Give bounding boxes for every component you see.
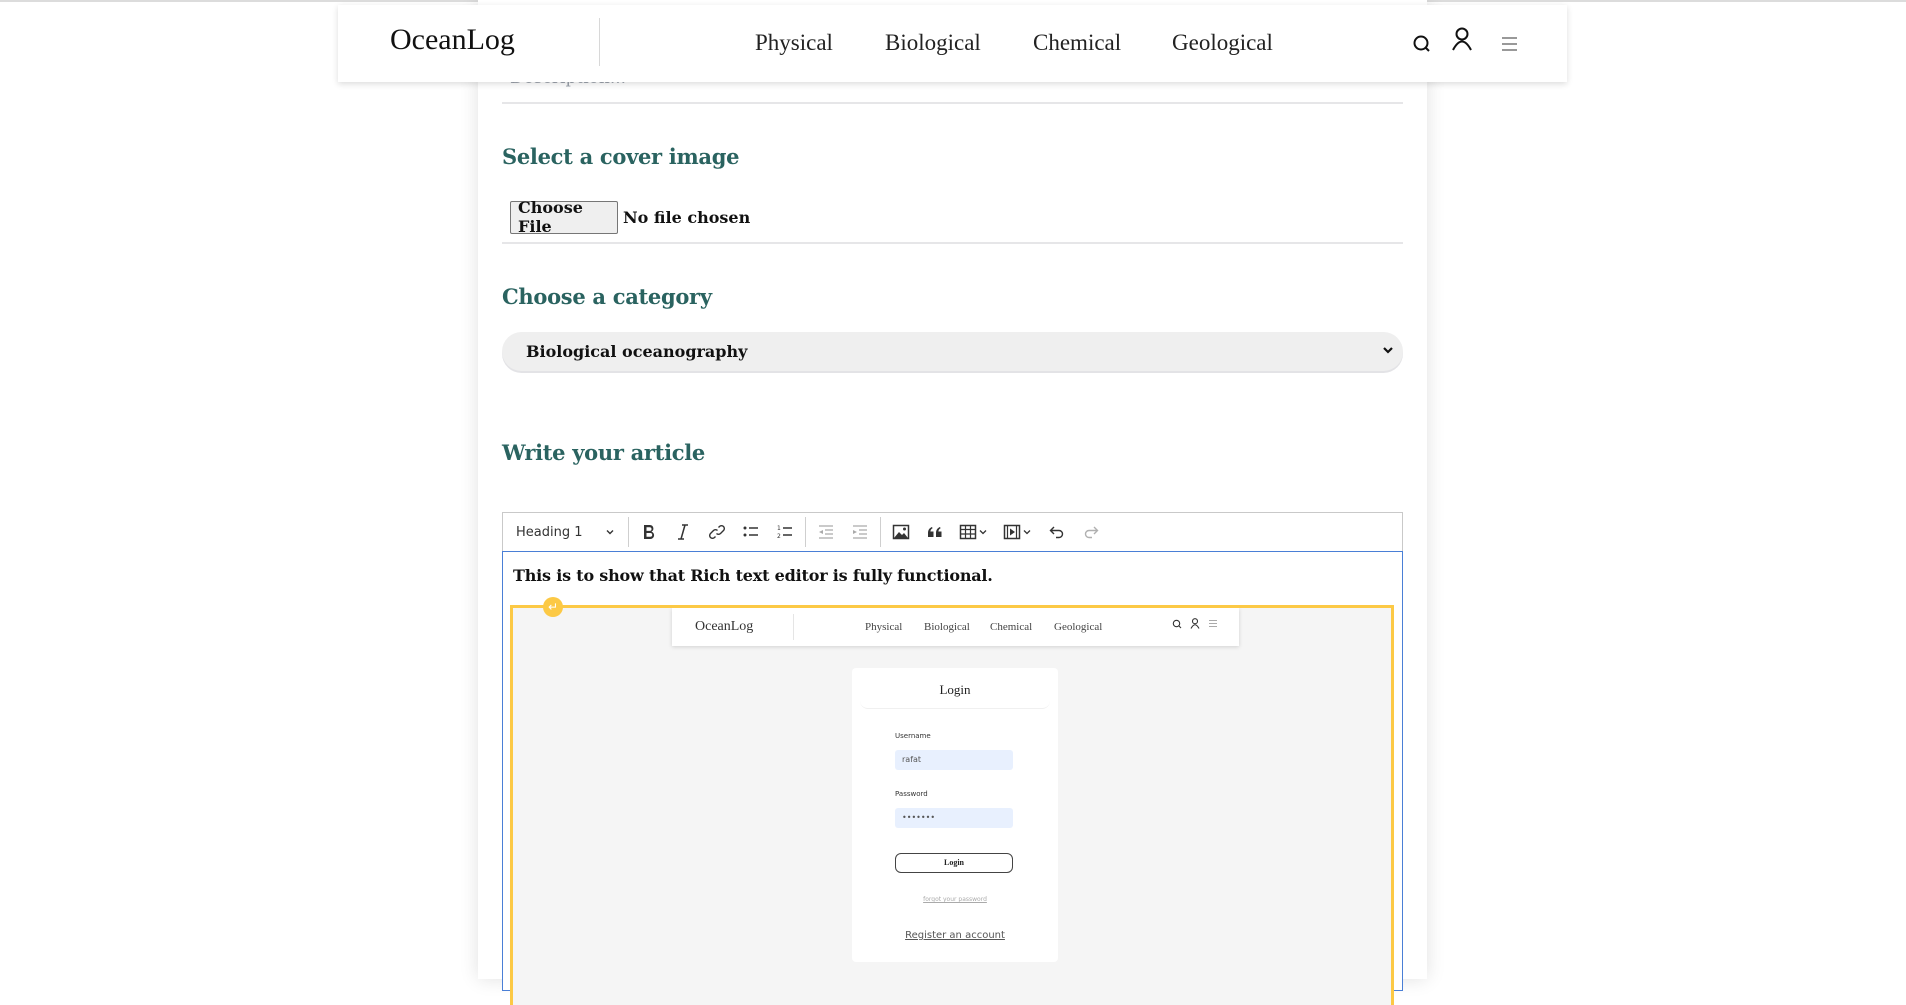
description-underline bbox=[502, 102, 1403, 104]
italic-icon bbox=[678, 524, 688, 540]
nav-chemical[interactable]: Chemical bbox=[1033, 30, 1121, 56]
image-icon bbox=[892, 524, 910, 540]
embedded-username-label: Username bbox=[895, 732, 931, 740]
bold-button[interactable] bbox=[634, 517, 664, 547]
editor-paragraph[interactable]: This is to show that Rich text editor is… bbox=[513, 566, 993, 585]
media-icon bbox=[1003, 524, 1031, 540]
cover-image-heading: Select a cover image bbox=[502, 144, 740, 169]
nav-physical[interactable]: Physical bbox=[755, 30, 833, 56]
redo-icon bbox=[1084, 526, 1099, 539]
undo-button[interactable] bbox=[1042, 517, 1072, 547]
cover-image-underline bbox=[502, 242, 1403, 244]
site-header: OceanLog Physical Biological Chemical Ge… bbox=[338, 5, 1567, 82]
link-button[interactable] bbox=[702, 517, 732, 547]
chevron-down-icon bbox=[606, 530, 614, 535]
editor-toolbar: Heading 1 12 bbox=[502, 512, 1403, 551]
embedded-image[interactable]: OceanLog Physical Biological Chemical Ge… bbox=[510, 605, 1394, 1005]
embedded-nav-physical: Physical bbox=[865, 621, 903, 633]
svg-text:2: 2 bbox=[777, 533, 781, 540]
heading-dropdown[interactable]: Heading 1 bbox=[503, 513, 625, 551]
embedded-login-title: Login bbox=[860, 678, 1050, 709]
embedded-username-input: rafat bbox=[895, 750, 1013, 770]
return-arrow-icon: ↵ bbox=[547, 600, 559, 614]
embedded-header-icons bbox=[1172, 618, 1218, 629]
toolbar-separator bbox=[628, 517, 629, 547]
quote-icon bbox=[928, 527, 942, 537]
insert-image-button[interactable] bbox=[886, 517, 916, 547]
table-icon bbox=[959, 524, 987, 540]
file-status: No file chosen bbox=[623, 207, 751, 227]
bold-icon bbox=[644, 525, 655, 539]
article-heading: Write your article bbox=[502, 440, 705, 465]
search-icon bbox=[1172, 619, 1182, 628]
choose-file-button[interactable]: Choose File bbox=[510, 198, 618, 236]
embedded-header: OceanLog Physical Biological Chemical Ge… bbox=[672, 608, 1239, 646]
embedded-header-divider bbox=[793, 614, 794, 640]
embedded-password-input: ••••••• bbox=[895, 808, 1013, 828]
embedded-login-button: Login bbox=[895, 853, 1013, 873]
toolbar-separator bbox=[805, 517, 806, 547]
italic-button[interactable] bbox=[668, 517, 698, 547]
user-icon bbox=[1190, 618, 1200, 629]
indent-icon bbox=[853, 525, 867, 539]
cover-image-file-input[interactable]: Choose File No file chosen bbox=[510, 198, 751, 236]
nav-biological[interactable]: Biological bbox=[885, 30, 981, 56]
embedded-login-card: Login Username rafat Password ••••••• Lo… bbox=[852, 668, 1058, 962]
undo-icon bbox=[1049, 526, 1064, 539]
embedded-password-label: Password bbox=[895, 790, 928, 798]
heading-dropdown-label: Heading 1 bbox=[516, 524, 583, 540]
outdent-button[interactable] bbox=[811, 517, 841, 547]
embedded-nav-geological: Geological bbox=[1054, 621, 1103, 633]
redo-button[interactable] bbox=[1076, 517, 1106, 547]
outdent-icon bbox=[819, 525, 833, 539]
link-icon bbox=[708, 524, 726, 540]
numbered-list-button[interactable]: 12 bbox=[770, 517, 800, 547]
site-logo[interactable]: OceanLog bbox=[390, 23, 515, 57]
category-selected-value: Biological oceanography bbox=[526, 342, 748, 361]
header-divider bbox=[599, 18, 600, 66]
embedded-nav-biological: Biological bbox=[924, 621, 970, 633]
embedded-forgot-password-link: forgot your password bbox=[923, 896, 987, 903]
indent-button[interactable] bbox=[845, 517, 875, 547]
embedded-nav-chemical: Chemical bbox=[990, 621, 1033, 633]
toolbar-separator bbox=[880, 517, 881, 547]
embedded-register-link: Register an account bbox=[905, 930, 1005, 941]
menu-icon[interactable] bbox=[1501, 36, 1518, 52]
numbered-list-icon: 12 bbox=[777, 525, 792, 540]
chevron-down-icon bbox=[1383, 347, 1393, 354]
user-icon[interactable] bbox=[1451, 27, 1473, 51]
search-icon[interactable] bbox=[1412, 34, 1432, 54]
category-heading: Choose a category bbox=[502, 284, 712, 309]
block-quote-button[interactable] bbox=[920, 517, 950, 547]
nav-geological[interactable]: Geological bbox=[1172, 30, 1273, 56]
bulleted-list-icon bbox=[743, 526, 758, 537]
svg-text:1: 1 bbox=[777, 525, 781, 532]
category-select[interactable]: Biological oceanography bbox=[502, 332, 1403, 371]
image-line-break-handle[interactable]: ↵ bbox=[543, 597, 563, 617]
embedded-logo: OceanLog bbox=[695, 619, 754, 634]
bulleted-list-button[interactable] bbox=[736, 517, 766, 547]
insert-table-button[interactable] bbox=[954, 517, 994, 547]
insert-media-button[interactable] bbox=[998, 517, 1038, 547]
menu-icon bbox=[1209, 620, 1217, 627]
